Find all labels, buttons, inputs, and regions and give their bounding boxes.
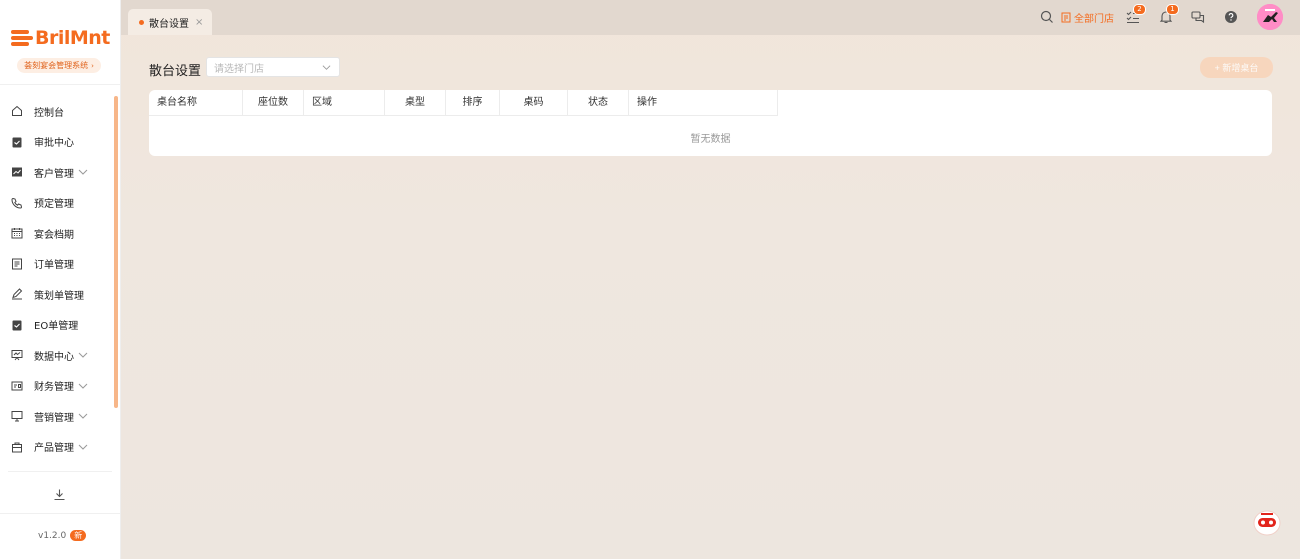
search-icon[interactable] xyxy=(1040,10,1054,24)
system-name: 荟刻宴会管理系统 xyxy=(24,61,89,70)
column-header-table-name: 桌台名称 xyxy=(149,90,243,116)
avatar[interactable] xyxy=(1257,4,1283,30)
home-icon xyxy=(11,105,23,117)
sidebar-item-customers[interactable]: 客户管理 xyxy=(0,157,114,188)
divider xyxy=(8,471,112,472)
clipboard-check-icon xyxy=(11,136,23,148)
sidebar-item-label: 财务管理 xyxy=(34,382,74,394)
sidebar-nav: 控制台 审批中心 客户管理 预定管理 宴会档期 订单管理 策划单管理 EO单管理… xyxy=(0,96,114,462)
tab-label: 散台设置 xyxy=(149,18,189,30)
sidebar-item-orders[interactable]: 订单管理 xyxy=(0,249,114,280)
sidebar-item-label: 客户管理 xyxy=(34,168,74,180)
store-selector-label: 全部门店 xyxy=(1074,14,1114,25)
column-header-area: 区域 xyxy=(304,90,385,116)
chevron-down-icon xyxy=(322,65,331,70)
phone-icon xyxy=(11,197,23,209)
main-content: 散台设置 × 全部门店 2 1 散台设置 请选择门店 + 新增桌台 桌台名称 座… xyxy=(121,0,1300,559)
empty-state: 暂无数据 xyxy=(690,134,731,145)
notification-badge: 1 xyxy=(1166,4,1179,15)
sidebar-scrollbar[interactable] xyxy=(114,96,118,408)
sidebar-item-data-center[interactable]: 数据中心 xyxy=(0,340,114,371)
brand-logo[interactable]: BrilMnt xyxy=(11,26,110,50)
pen-icon xyxy=(11,288,23,300)
sidebar-item-label: 审批中心 xyxy=(34,138,74,150)
bag-icon xyxy=(11,441,23,453)
sidebar-item-label: 预定管理 xyxy=(34,199,74,211)
todo-badge: 2 xyxy=(1133,4,1146,15)
store-select-placeholder: 请选择门店 xyxy=(214,63,264,75)
table-list: 桌台名称 座位数 区域 桌型 排序 桌码 状态 操作 暂无数据 xyxy=(149,90,1272,156)
column-header-status: 状态 xyxy=(568,90,629,116)
store-selector[interactable]: 全部门店 xyxy=(1061,10,1114,25)
column-header-table-type: 桌型 xyxy=(385,90,446,116)
store-select[interactable]: 请选择门店 xyxy=(206,57,340,77)
version-text: v1.2.0 xyxy=(38,530,67,541)
sidebar-item-banquet-schedule[interactable]: 宴会档期 xyxy=(0,218,114,249)
sidebar-item-label: 产品管理 xyxy=(34,443,74,455)
divider xyxy=(0,513,120,514)
calendar-icon xyxy=(11,227,23,239)
sidebar-item-planning[interactable]: 策划单管理 xyxy=(0,279,114,310)
sidebar-item-label: 策划单管理 xyxy=(34,290,84,302)
sidebar-item-label: 控制台 xyxy=(34,107,64,119)
chevron-down-icon xyxy=(78,442,88,452)
column-header-actions: 操作 xyxy=(629,90,778,116)
assistant-bot-icon[interactable] xyxy=(1252,508,1282,536)
sidebar-item-products[interactable]: 产品管理 xyxy=(0,432,114,463)
table-header: 桌台名称 座位数 区域 桌型 排序 桌码 状态 操作 xyxy=(149,90,778,116)
sidebar-item-reservations[interactable]: 预定管理 xyxy=(0,188,114,219)
sidebar-item-label: EO单管理 xyxy=(34,321,79,333)
chart-line-icon xyxy=(11,166,23,178)
page-title: 散台设置 xyxy=(149,64,202,79)
chevron-down-icon xyxy=(78,381,88,391)
sidebar-item-label: 数据中心 xyxy=(34,351,74,363)
logo-mark-icon xyxy=(11,28,33,48)
chevron-down-icon xyxy=(78,167,88,177)
sidebar-item-eo-orders[interactable]: EO单管理 xyxy=(0,310,114,341)
sidebar-item-finance[interactable]: 财务管理 xyxy=(0,371,114,402)
sidebar-item-label: 订单管理 xyxy=(34,260,74,272)
wallet-icon xyxy=(11,380,23,392)
sidebar-item-approval[interactable]: 审批中心 xyxy=(0,127,114,158)
top-bar: 散台设置 × 全部门店 2 1 xyxy=(121,0,1300,35)
close-icon[interactable]: × xyxy=(195,17,203,28)
version-info[interactable]: v1.2.0 新 xyxy=(38,530,87,541)
clipboard-check-icon xyxy=(11,319,23,331)
sidebar: BrilMnt 荟刻宴会管理系统 › 控制台 审批中心 客户管理 预定管理 宴会… xyxy=(0,0,121,559)
sidebar-item-label: 营销管理 xyxy=(34,412,74,424)
store-icon xyxy=(1061,12,1071,23)
logo-text: BrilMnt xyxy=(35,27,110,49)
todo-icon[interactable]: 2 xyxy=(1126,4,1146,24)
monitor-icon xyxy=(11,410,23,422)
add-table-button[interactable]: + 新增桌台 xyxy=(1200,57,1273,78)
help-icon[interactable] xyxy=(1224,10,1238,24)
chevron-down-icon xyxy=(78,350,88,360)
column-header-sort: 排序 xyxy=(446,90,500,116)
active-dot-icon xyxy=(139,19,144,25)
sidebar-item-label: 宴会档期 xyxy=(34,229,74,241)
chevron-right-icon: › xyxy=(91,61,94,70)
sidebar-item-marketing[interactable]: 营销管理 xyxy=(0,401,114,432)
download-icon[interactable] xyxy=(53,488,66,501)
new-badge: 新 xyxy=(70,530,87,541)
tab-table-settings[interactable]: 散台设置 × xyxy=(128,9,212,35)
bell-icon[interactable]: 1 xyxy=(1159,4,1179,24)
document-icon xyxy=(11,258,23,270)
chevron-down-icon xyxy=(78,411,88,421)
sidebar-item-dashboard[interactable]: 控制台 xyxy=(0,96,114,127)
divider xyxy=(0,84,120,85)
system-switcher[interactable]: 荟刻宴会管理系统 › xyxy=(17,58,101,73)
column-header-seats: 座位数 xyxy=(243,90,304,116)
presentation-icon xyxy=(11,349,23,361)
column-header-table-code: 桌码 xyxy=(500,90,568,116)
chat-icon[interactable] xyxy=(1191,10,1205,24)
